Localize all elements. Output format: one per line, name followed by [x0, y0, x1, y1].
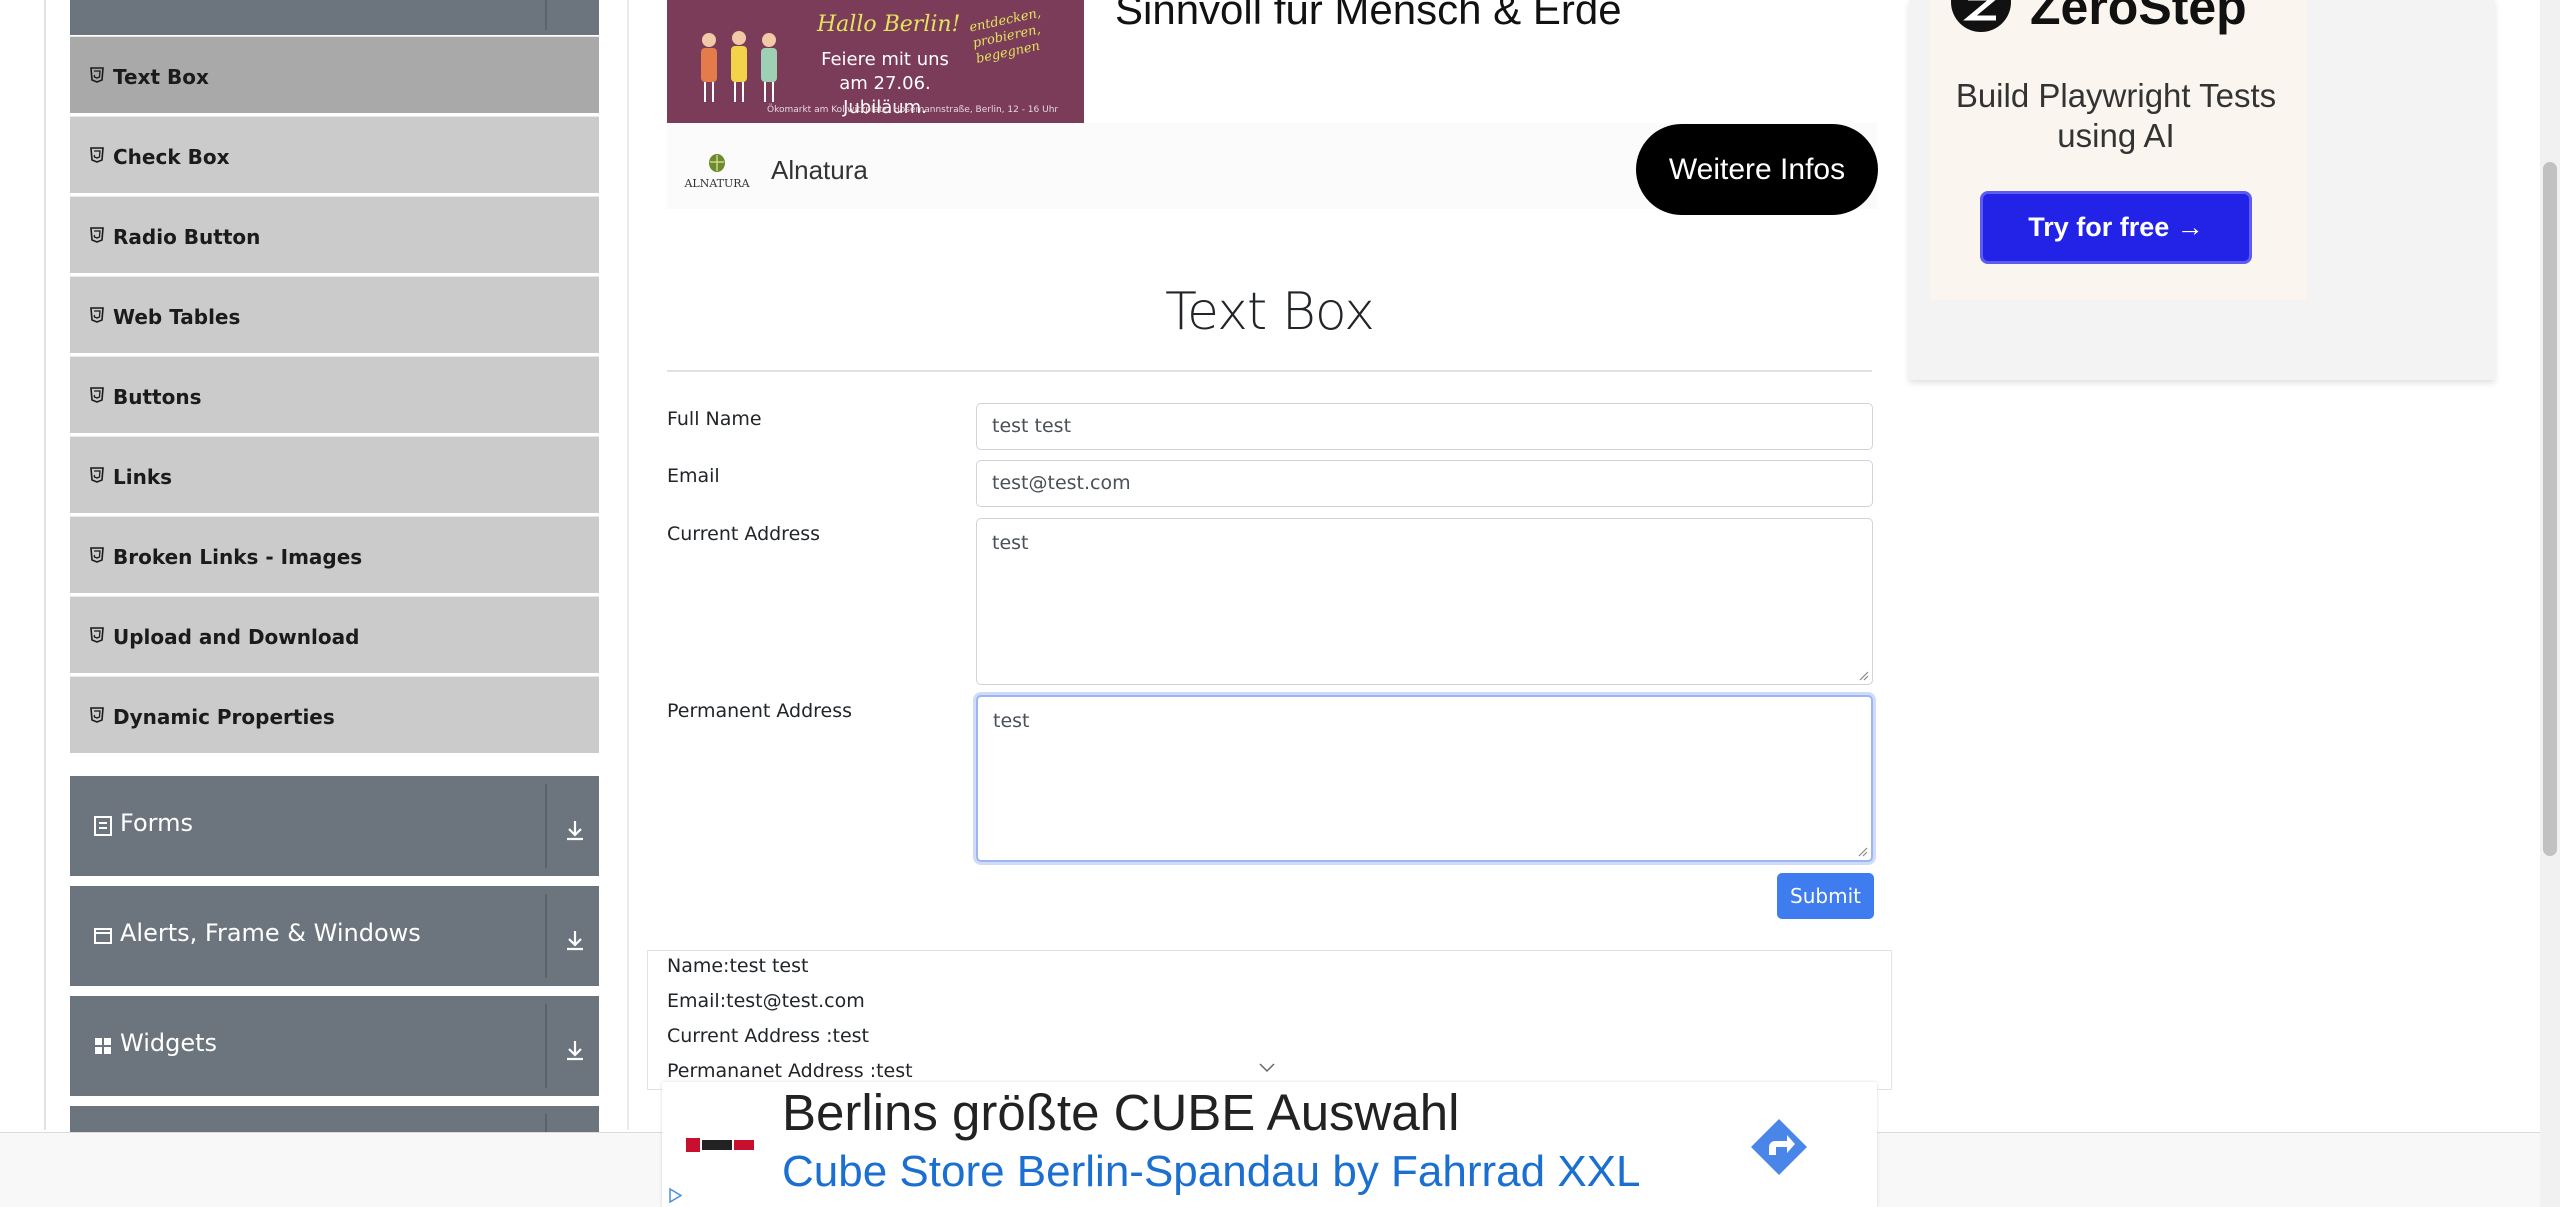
- resize-handle-icon[interactable]: [1858, 847, 1868, 857]
- sidebar-item-label: Upload and Download: [113, 625, 360, 649]
- sidebar-item[interactable]: Check Box: [70, 116, 599, 193]
- sidebar-item[interactable]: Links: [70, 436, 599, 513]
- sidebar-item[interactable]: Broken Links - Images: [70, 516, 599, 593]
- elements-group-header[interactable]: [70, 0, 599, 35]
- sidebar-item-label: Radio Button: [113, 225, 261, 249]
- zerostep-name: ZeroStep: [2030, 0, 2247, 35]
- banner-small-print: Ökomarkt am Kollwitzplatz, Hosemannstraß…: [767, 105, 1059, 115]
- sidebar-item-label: Dynamic Properties: [113, 705, 335, 729]
- sidebar-item-label: Broken Links - Images: [113, 545, 363, 569]
- html5-icon: [90, 707, 104, 723]
- permanent-address-value: test: [993, 710, 1030, 732]
- html5-icon: [90, 387, 104, 403]
- banner-greeting: Hallo Berlin!: [817, 12, 961, 37]
- sidebar-item[interactable]: Web Tables: [70, 276, 599, 353]
- html5-icon: [90, 307, 104, 323]
- sidebar-item-label: Web Tables: [113, 305, 241, 329]
- current-address-value: test: [992, 532, 1029, 554]
- zerostep-cta-button[interactable]: Try for free →: [1980, 191, 2252, 264]
- html5-icon: [90, 627, 104, 643]
- svg-text:ALNATURA: ALNATURA: [684, 177, 750, 190]
- people-illustration: [701, 31, 777, 102]
- download-icon: [567, 821, 583, 841]
- zerostep-logo-icon: [1951, 0, 2011, 32]
- resize-handle-icon[interactable]: [1859, 671, 1869, 681]
- sidebar-item[interactable]: Dynamic Properties: [70, 676, 599, 753]
- title-divider: [667, 370, 1872, 372]
- form-icon: [94, 816, 112, 836]
- output-email: Email:test@test.com: [667, 990, 865, 1012]
- ad-cta-button[interactable]: Weitere Infos: [1636, 124, 1878, 215]
- scrollbar-thumb[interactable]: [2543, 162, 2557, 856]
- current-address-textarea[interactable]: test: [976, 518, 1873, 685]
- current-address-label: Current Address: [667, 523, 821, 545]
- bottom-ad-headline[interactable]: Berlins größte CUBE Auswahl: [782, 1083, 1459, 1142]
- sidebar-item[interactable]: Upload and Download: [70, 596, 599, 673]
- html5-icon: [90, 467, 104, 483]
- sidebar-item-label: Check Box: [113, 145, 230, 169]
- fahrrad-xxl-logo: [686, 1138, 754, 1152]
- ad-headline[interactable]: Sinnvoll für Mensch & Erde: [1115, 0, 1622, 34]
- html5-icon: [90, 547, 104, 563]
- output-name: Name:test test: [667, 955, 809, 977]
- sidebar-group-alerts[interactable]: Alerts, Frame & Windows: [70, 886, 599, 986]
- widgets-icon: [95, 1038, 111, 1054]
- html5-icon: [90, 67, 104, 83]
- sidebar-group-widgets[interactable]: Widgets: [70, 996, 599, 1096]
- submit-button[interactable]: Submit: [1777, 873, 1874, 919]
- bottom-ad-subline[interactable]: Cube Store Berlin-Spandau by Fahrrad XXL: [782, 1147, 1641, 1197]
- full-name-label: Full Name: [667, 408, 762, 430]
- output-current-address: Current Address :test: [667, 1025, 869, 1047]
- sidebar-group-label: Forms: [120, 809, 193, 837]
- download-icon: [567, 1041, 583, 1061]
- ad-brand[interactable]: Alnatura: [771, 155, 868, 186]
- sidebar-group-label: Widgets: [120, 1029, 218, 1057]
- permanent-address-label: Permanent Address: [667, 700, 853, 722]
- full-name-input[interactable]: test test: [976, 403, 1873, 450]
- download-icon: [567, 931, 583, 951]
- sidebar-group-forms[interactable]: Forms: [70, 776, 599, 876]
- sidebar-item-label: Text Box: [113, 65, 209, 89]
- window-icon: [94, 928, 112, 944]
- sidebar-item[interactable]: Buttons: [70, 356, 599, 433]
- sidebar-item[interactable]: Text Box: [70, 36, 599, 113]
- zerostep-title: Build Playwright Tests using AI: [1955, 77, 2277, 154]
- alnatura-logo: ALNATURA: [684, 154, 750, 190]
- html5-icon: [90, 227, 104, 243]
- ad-banner-image[interactable]: Hallo Berlin! Feiere mit uns am 27.06. J…: [667, 0, 1084, 123]
- email-label: Email: [667, 465, 720, 487]
- sidebar-item[interactable]: Radio Button: [70, 196, 599, 273]
- content-border: [627, 0, 629, 1130]
- sidebar-group-label: Alerts, Frame & Windows: [120, 919, 421, 947]
- adchoices-icon[interactable]: [668, 1188, 682, 1203]
- sidebar-item-label: Links: [113, 465, 173, 489]
- sidebar-item-label: Buttons: [113, 385, 202, 409]
- permanent-address-textarea[interactable]: test: [976, 695, 1873, 862]
- page-title: Text Box: [1165, 282, 1375, 342]
- html5-icon: [90, 147, 104, 163]
- banner-side-text: entdecken, probieren, begegnen: [968, 5, 1043, 67]
- email-input[interactable]: test@test.com: [976, 460, 1873, 507]
- output-permanent-address: Permananet Address :test: [667, 1060, 913, 1082]
- directions-arrow-icon[interactable]: [1747, 1115, 1811, 1179]
- chevron-down-icon[interactable]: [1258, 1062, 1276, 1074]
- sidebar-border: [44, 0, 46, 1130]
